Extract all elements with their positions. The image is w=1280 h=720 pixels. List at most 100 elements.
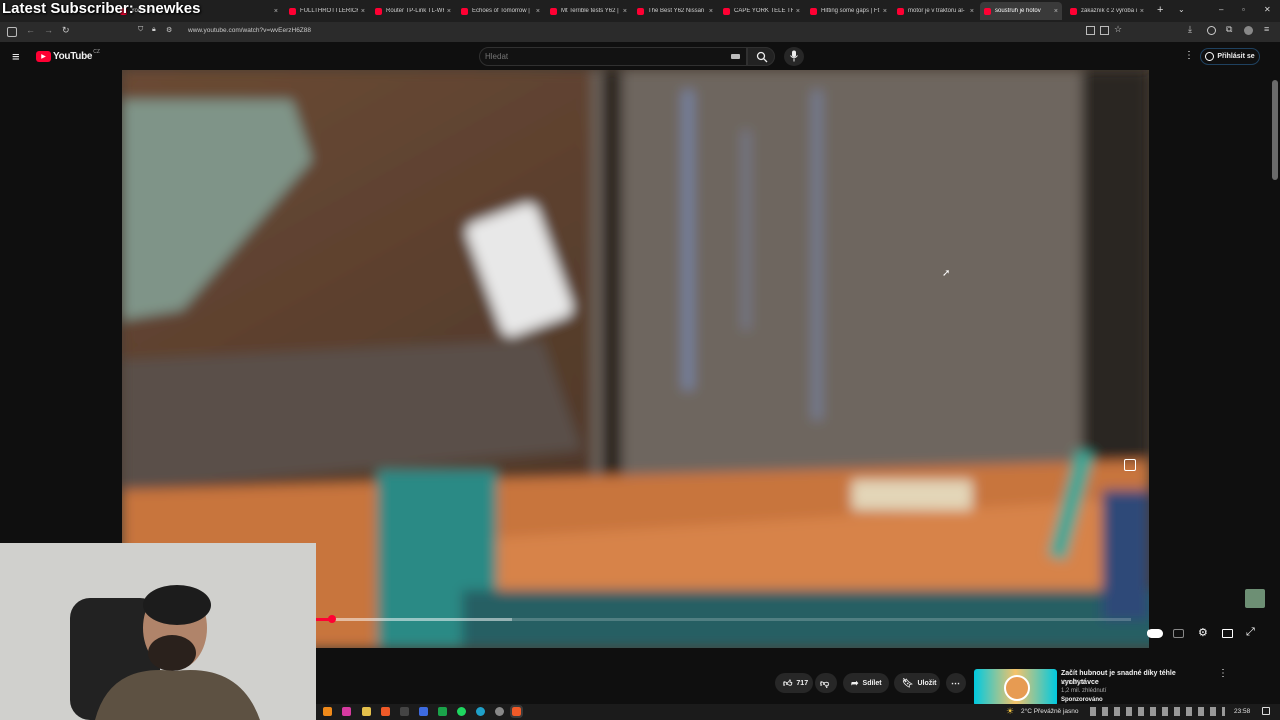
reader-mode-icon[interactable] (1086, 26, 1095, 35)
tab-favicon-icon (810, 7, 817, 15)
taskbar-app-sheets-icon[interactable] (438, 707, 447, 716)
taskbar-app-edge-icon[interactable] (476, 707, 485, 716)
tab-title: FULLTHROTTLERICK - (300, 8, 358, 14)
account-icon[interactable] (1207, 26, 1216, 35)
tab-close-icon[interactable]: × (970, 8, 974, 15)
channel-watermark-icon[interactable] (1245, 589, 1265, 608)
tab-close-icon[interactable]: × (883, 8, 887, 15)
taskbar-app-spotify-icon[interactable] (457, 707, 466, 716)
tab-close-icon[interactable]: × (361, 8, 365, 15)
save-button[interactable]: 🔖︎ Uložit (894, 673, 940, 693)
tray-icons[interactable] (1090, 707, 1225, 716)
picture-in-picture-icon[interactable] (1100, 26, 1109, 35)
ad-views: 1,2 mil. zhlédnutí (1061, 688, 1107, 694)
taskbar-app-editor-icon[interactable] (419, 707, 428, 716)
search-input[interactable] (485, 50, 725, 63)
back-icon[interactable]: ← (26, 25, 35, 35)
browser-tab[interactable]: FULLTHROTTLERICK - × (285, 2, 369, 20)
download-icon[interactable]: ⤓ (1188, 24, 1192, 35)
search-box[interactable] (479, 47, 747, 66)
minimize-icon[interactable]: – (1219, 5, 1223, 14)
browser-tab[interactable]: soustruh je hotov × (980, 2, 1062, 20)
subtitles-icon[interactable] (1173, 629, 1184, 638)
webcam-overlay (0, 543, 316, 720)
taskbar-app-vlc-icon[interactable] (323, 707, 332, 716)
taskbar-app-fileexplorer-icon[interactable] (362, 707, 371, 716)
browser-tab[interactable]: motor je v traktoru al- × (893, 2, 978, 20)
tab-close-icon[interactable]: × (274, 8, 278, 15)
theater-mode-icon[interactable] (1222, 629, 1233, 638)
tab-close-icon[interactable]: × (536, 8, 540, 15)
ad-menu-icon[interactable]: ⋮ (1218, 668, 1228, 679)
settings-gear-icon[interactable]: ⚙ (1198, 626, 1208, 639)
browser-tab[interactable]: zákazník č 2 výroba u × (1066, 2, 1148, 20)
tab-close-icon[interactable]: × (1140, 8, 1144, 15)
share-arrow-icon: ➦ (851, 677, 859, 688)
taskbar-app-browser-active-icon[interactable] (510, 705, 523, 718)
streamer-camera-feed (0, 543, 316, 720)
signin-label: Přihlásit se (1217, 53, 1255, 60)
close-window-icon[interactable]: ✕ (1264, 5, 1271, 14)
sidebar-toggle-icon[interactable] (7, 27, 17, 37)
fullscreen-icon[interactable]: ⤢ (1246, 626, 1255, 639)
signin-button[interactable]: Přihlásit se (1200, 48, 1260, 65)
save-label: Uložit (917, 679, 937, 687)
tab-close-icon[interactable]: × (796, 8, 800, 15)
search-button[interactable] (747, 47, 775, 66)
tab-close-icon[interactable]: × (1054, 8, 1058, 15)
tab-search-icon[interactable]: ⌄ (1178, 5, 1185, 14)
progress-bar[interactable] (316, 618, 1131, 621)
tab-favicon-icon (637, 7, 644, 15)
browser-tab[interactable]: The Best Y62 Nissan P × (633, 2, 717, 20)
browser-tab[interactable]: Mt Terrible tests Y62 | × (546, 2, 631, 20)
shield-extension-icon[interactable] (1244, 26, 1253, 35)
more-options-icon[interactable]: ⋮ (1184, 50, 1194, 61)
share-button[interactable]: ➦ Sdílet (843, 673, 889, 693)
tab-close-icon[interactable]: × (709, 8, 713, 15)
miniplayer-expand-icon[interactable] (1124, 459, 1136, 471)
extensions-icon[interactable]: ⧉ (1226, 24, 1232, 35)
youtube-logo-text: YouTube (53, 50, 93, 62)
taskbar-app-brave-icon[interactable] (381, 707, 390, 716)
browser-tab[interactable]: Router TP-Link TL-WR × (371, 2, 455, 20)
youtube-logo[interactable]: ▶ YouTube CZ (36, 49, 100, 62)
taskbar-app-instagram-icon[interactable] (342, 707, 351, 716)
weather-text[interactable]: 2°C Převážně jasno (1021, 708, 1079, 715)
restore-icon[interactable]: ▫ (1242, 5, 1245, 14)
like-count: 717 (796, 679, 809, 687)
bookmark-icon: 🔖︎ (902, 677, 914, 688)
tab-favicon-icon (289, 7, 296, 15)
ad-thumbnail[interactable] (974, 669, 1057, 706)
autoplay-toggle-switch[interactable] (1147, 629, 1163, 638)
lock-icon[interactable]: 🔒︎ (152, 26, 156, 34)
security-shield-icon[interactable]: ⛉ (138, 26, 143, 34)
audio-playing-icon (984, 7, 991, 15)
forward-icon[interactable]: → (44, 25, 53, 35)
notifications-icon[interactable] (1262, 707, 1270, 715)
browser-tab[interactable]: Echoes of Tomorrow | × (457, 2, 544, 20)
browser-tab[interactable]: Hitting some gaps | Ft × (806, 2, 891, 20)
taskbar-app-obs-icon[interactable] (400, 707, 409, 716)
tab-title: motor je v traktoru al- (908, 8, 965, 14)
tab-close-icon[interactable]: × (623, 8, 627, 15)
new-tab-button[interactable]: + (1157, 4, 1163, 16)
like-button[interactable]: 👍︎ 717 (775, 673, 813, 693)
dislike-button[interactable]: 👎︎ (815, 673, 837, 693)
tab-close-icon[interactable]: × (447, 8, 451, 15)
weather-icon[interactable]: ☀ (1006, 706, 1014, 717)
url-text[interactable]: www.youtube.com/watch?v=wvEerzH6Z88 (188, 27, 311, 34)
guide-menu-icon[interactable]: ≡ (12, 49, 20, 64)
tab-favicon-icon (723, 7, 730, 15)
taskbar-app-clock-icon[interactable] (495, 707, 504, 716)
browser-tab[interactable]: CAPE YORK TELE TRA × (719, 2, 804, 20)
scrollbar-thumb[interactable] (1272, 80, 1278, 180)
site-settings-icon[interactable]: ⚙ (166, 26, 172, 34)
browser-menu-icon[interactable]: ≡ (1264, 24, 1269, 34)
reload-icon[interactable]: ↻ (62, 25, 70, 36)
bookmark-star-icon[interactable]: ☆ (1114, 24, 1122, 35)
ad-channel[interactable]: KetoDiet (1061, 680, 1084, 686)
clock-time[interactable]: 23:58 (1234, 708, 1250, 715)
more-actions-button[interactable]: ⋯ (946, 673, 966, 693)
voice-search-button[interactable] (784, 47, 804, 66)
keyboard-icon[interactable] (731, 54, 740, 59)
